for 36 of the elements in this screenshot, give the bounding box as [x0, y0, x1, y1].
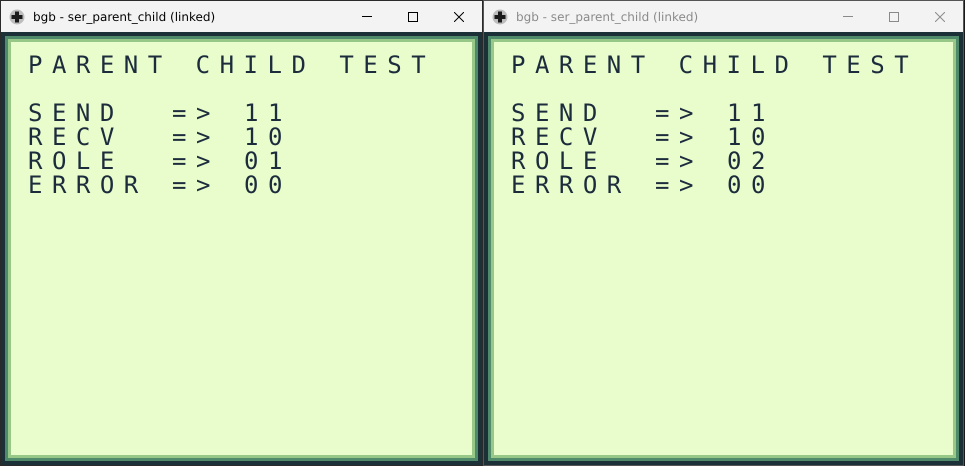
arrow-text: =>	[655, 149, 704, 173]
minimize-icon	[362, 16, 372, 17]
stat-label: RECV	[511, 125, 608, 149]
stat-label: ROLE	[511, 149, 608, 173]
arrow-text: =>	[172, 149, 221, 173]
maximize-icon	[889, 12, 899, 22]
close-icon	[454, 12, 464, 22]
arrow-text: =>	[655, 101, 704, 125]
stat-label: RECV	[28, 125, 125, 149]
stat-value: 10	[727, 125, 775, 149]
arrow-text: =>	[172, 173, 221, 197]
window-title: bgb - ser_parent_child (linked)	[33, 8, 216, 26]
stat-label: SEND	[511, 101, 608, 125]
stat-value: 00	[727, 173, 775, 197]
gamepad-icon	[9, 8, 25, 24]
arrow-text: =>	[655, 125, 704, 149]
stat-value: 11	[727, 101, 775, 125]
stat-value: 01	[244, 149, 292, 173]
screen-heading: PARENT CHILD TEST	[28, 53, 436, 81]
stat-value: 00	[244, 173, 292, 197]
stat-value: 02	[727, 149, 775, 173]
arrow-text: =>	[655, 173, 704, 197]
stat-label: ERROR	[511, 173, 632, 197]
maximize-icon	[408, 12, 418, 22]
gamepad-icon	[492, 8, 508, 24]
screen-heading: PARENT CHILD TEST	[511, 53, 920, 81]
stat-label: ERROR	[28, 173, 149, 197]
arrow-text: =>	[172, 125, 221, 149]
stat-label: ROLE	[28, 149, 125, 173]
window-title: bgb - ser_parent_child (linked)	[516, 8, 698, 26]
stat-value: 11	[244, 101, 292, 125]
minimize-icon	[843, 16, 853, 17]
stat-label: SEND	[28, 101, 125, 125]
stat-value: 10	[244, 125, 292, 149]
arrow-text: =>	[172, 101, 221, 125]
close-icon	[935, 12, 945, 22]
